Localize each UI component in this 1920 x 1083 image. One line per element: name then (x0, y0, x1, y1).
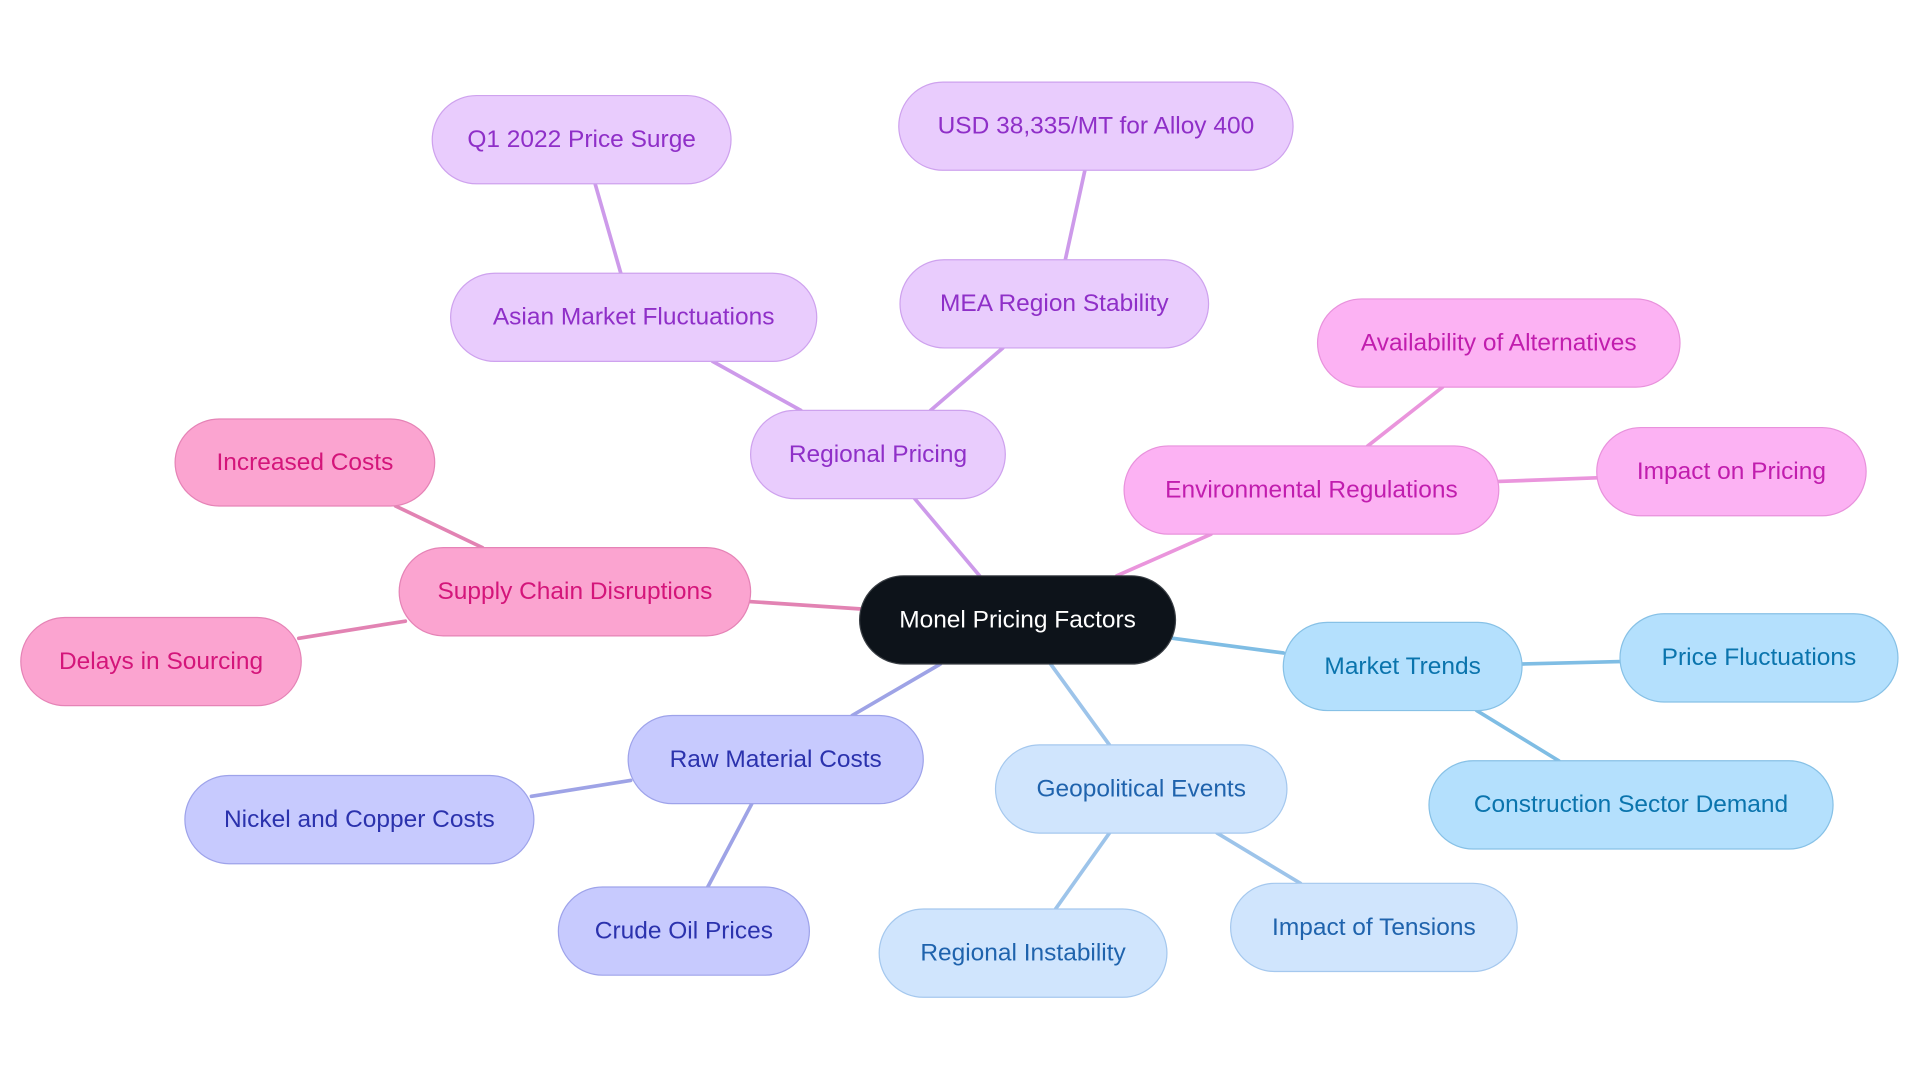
edge-supply-to-delays (296, 619, 408, 641)
node-nickel[interactable]: Nickel and Copper Costs (184, 774, 535, 865)
crude-label: Crude Oil Prices (595, 917, 773, 944)
node-market[interactable]: Market Trends (1282, 621, 1523, 712)
node-instability[interactable]: Regional Instability (878, 908, 1168, 998)
mea-label: MEA Region Stability (940, 290, 1169, 317)
node-usd[interactable]: USD 38,335/MT for Alloy 400 (898, 81, 1294, 171)
instability-label: Regional Instability (920, 939, 1126, 966)
regional-label: Regional Pricing (789, 441, 967, 468)
node-construction[interactable]: Construction Sector Demand (1428, 760, 1834, 850)
node-tensions[interactable]: Impact of Tensions (1230, 882, 1518, 973)
nickel-label: Nickel and Copper Costs (224, 806, 495, 833)
edge-market-to-construction (1474, 708, 1561, 763)
root-node[interactable]: Monel Pricing Factors (858, 575, 1177, 665)
edge-raw-to-nickel (529, 778, 633, 799)
edge-market-to-price-fluct (1520, 659, 1622, 666)
usd-label: USD 38,335/MT for Alloy 400 (938, 113, 1255, 140)
node-mea[interactable]: MEA Region Stability (899, 259, 1210, 349)
edge-geo-to-instability (1053, 831, 1112, 911)
node-q1[interactable]: Q1 2022 Price Surge (431, 94, 732, 185)
supply-label: Supply Chain Disruptions (437, 578, 712, 605)
node-supply[interactable]: Supply Chain Disruptions (398, 547, 752, 637)
edge-root-to-market (1171, 636, 1286, 655)
edge-supply-to-increased-costs (393, 504, 485, 550)
edge-regional-to-asian (710, 359, 803, 413)
node-alternatives[interactable]: Availability of Alternatives (1316, 298, 1681, 388)
node-crude[interactable]: Crude Oil Prices (557, 886, 810, 976)
root-label: Monel Pricing Factors (899, 606, 1136, 633)
edge-root-to-geo (1048, 662, 1112, 747)
edge-env-to-impact-pricing (1496, 475, 1599, 484)
node-price-fluct[interactable]: Price Fluctuations (1619, 613, 1899, 703)
node-delays[interactable]: Delays in Sourcing (20, 616, 302, 707)
market-label: Market Trends (1324, 653, 1480, 680)
edge-root-to-env (1114, 532, 1213, 578)
nodes-layer: Monel Pricing Factors Supply Chain Disrup… (20, 81, 1899, 998)
node-raw[interactable]: Raw Material Costs (627, 714, 924, 805)
construction-label: Construction Sector Demand (1474, 791, 1788, 818)
edge-mea-to-usd (1063, 168, 1087, 262)
edge-regional-to-mea (928, 346, 1005, 413)
tensions-label: Impact of Tensions (1272, 914, 1476, 941)
env-label: Environmental Regulations (1165, 476, 1458, 503)
asian-label: Asian Market Fluctuations (493, 304, 775, 331)
edge-root-to-supply (747, 599, 862, 611)
alternatives-label: Availability of Alternatives (1361, 329, 1637, 356)
node-geo[interactable]: Geopolitical Events (994, 744, 1288, 834)
edge-env-to-alternatives (1365, 385, 1445, 448)
node-impact-pricing[interactable]: Impact on Pricing (1596, 426, 1867, 517)
edge-geo-to-tensions (1215, 831, 1303, 886)
node-env[interactable]: Environmental Regulations (1123, 445, 1500, 535)
node-increased-costs[interactable]: Increased Costs (174, 418, 436, 507)
price-fluct-label: Price Fluctuations (1662, 644, 1857, 671)
q1-label: Q1 2022 Price Surge (467, 126, 696, 153)
raw-label: Raw Material Costs (670, 746, 882, 773)
delays-label: Delays in Sourcing (59, 648, 263, 675)
geo-label: Geopolitical Events (1036, 775, 1246, 802)
node-regional[interactable]: Regional Pricing (750, 409, 1006, 500)
mindmap-canvas: Monel Pricing Factors Supply Chain Disrup… (20, 81, 1899, 998)
node-asian[interactable]: Asian Market Fluctuations (449, 272, 818, 363)
edge-raw-to-crude (705, 801, 754, 889)
edge-root-to-raw (850, 662, 943, 718)
edge-root-to-regional (912, 496, 982, 578)
increased-costs-label: Increased Costs (216, 449, 393, 476)
impact-pricing-label: Impact on Pricing (1637, 458, 1826, 485)
edge-asian-to-q1 (593, 181, 623, 276)
